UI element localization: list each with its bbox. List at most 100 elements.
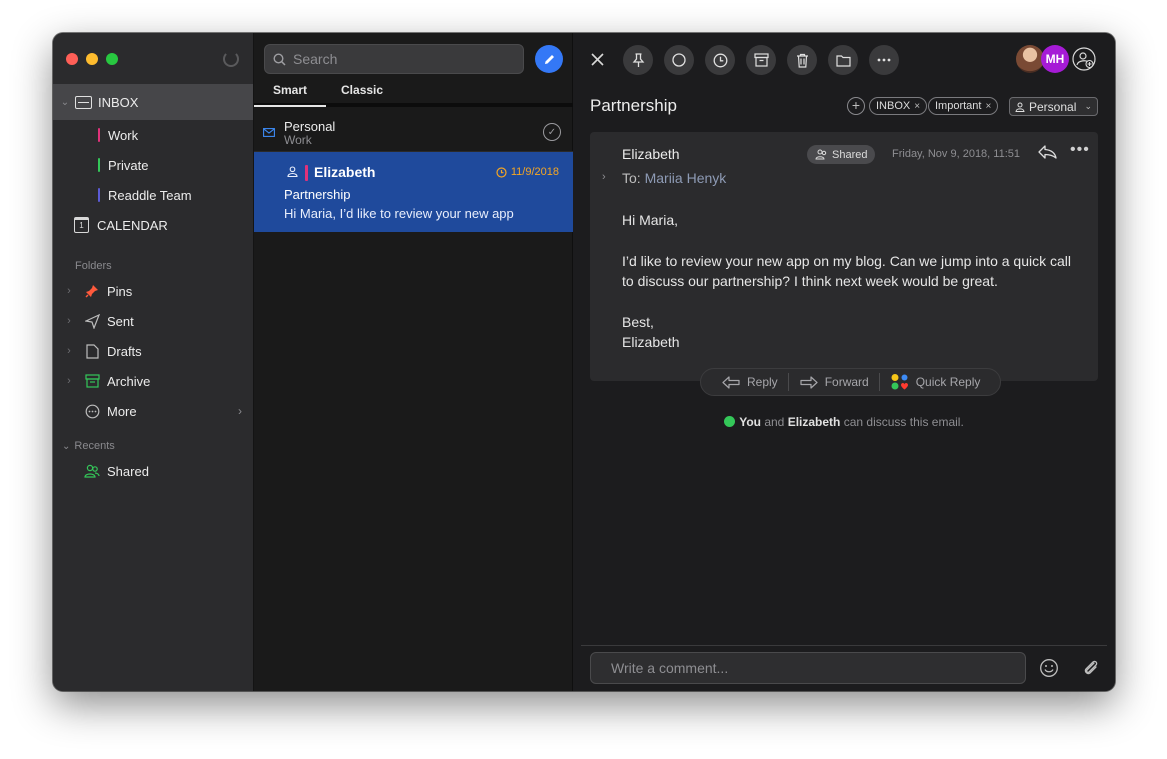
circle-icon: [672, 53, 686, 67]
chevron-down-icon[interactable]: ⌄: [58, 97, 72, 108]
app-window: ⌄ INBOX Work Private Readdle Team 1 CALE…: [53, 33, 1115, 691]
emoji-button[interactable]: [1039, 658, 1059, 678]
color-bar: [98, 128, 100, 142]
delete-button[interactable]: [787, 45, 817, 75]
search-box[interactable]: [264, 44, 524, 74]
sidebar-item-more[interactable]: More ›: [62, 396, 252, 426]
sidebar-item-label: Readdle Team: [108, 187, 192, 203]
comment-input[interactable]: [611, 660, 1011, 676]
search-input[interactable]: [293, 51, 513, 67]
reading-pane: MH Partnership + INBOX × Important × Perso…: [573, 33, 1115, 691]
body-paragraph: Hi Maria,: [622, 212, 679, 228]
shared-badge[interactable]: Shared: [807, 145, 876, 164]
message-date: 11/9/2018: [496, 166, 559, 178]
folder-icon: [835, 54, 851, 67]
sidebar-item-work[interactable]: Work: [98, 120, 138, 150]
chevron-right-icon[interactable]: ›: [62, 315, 76, 327]
pin-button[interactable]: [623, 45, 653, 75]
zoom-window-button[interactable]: [106, 53, 118, 65]
message-row-selected[interactable]: Elizabeth 11/9/2018 Partnership Hi Maria…: [254, 152, 573, 232]
avatar-mh[interactable]: MH: [1041, 45, 1069, 73]
color-bar: [98, 188, 100, 202]
trash-icon: [796, 53, 808, 68]
sidebar-item-label: More: [107, 403, 137, 419]
search-icon: [273, 52, 286, 66]
draft-icon: [84, 343, 100, 359]
sidebar-item-sent[interactable]: › Sent: [62, 306, 252, 336]
add-user-icon: [1072, 47, 1096, 71]
compose-button[interactable]: [535, 45, 563, 73]
add-user-button[interactable]: [1072, 47, 1096, 71]
chevron-down-icon: ⌄: [62, 441, 71, 452]
comment-box[interactable]: [590, 652, 1026, 684]
email-more-icon[interactable]: •••: [1070, 141, 1090, 159]
color-bar: [98, 158, 100, 172]
tab-smart[interactable]: Smart: [254, 79, 327, 107]
paperclip-icon: [1084, 660, 1098, 675]
tab-classic[interactable]: Classic: [326, 79, 402, 103]
move-to-folder-button[interactable]: [828, 45, 858, 75]
archive-icon: [84, 373, 100, 389]
calendar-icon: 1: [74, 217, 89, 233]
sidebar-item-label: INBOX: [98, 94, 139, 110]
snooze-button[interactable]: [705, 45, 735, 75]
archive-button[interactable]: [746, 45, 776, 75]
person-icon: [1015, 102, 1025, 112]
avatar-elizabeth[interactable]: [1016, 45, 1044, 73]
forward-button[interactable]: Forward: [789, 375, 879, 390]
quick-reply-button[interactable]: Quick Reply: [880, 373, 991, 391]
forward-icon: [800, 375, 818, 389]
email-card: Elizabeth Shared Friday, Nov 9, 2018, 11…: [590, 132, 1098, 381]
mark-done-button[interactable]: ✓: [543, 123, 561, 141]
close-icon[interactable]: [587, 49, 607, 69]
sidebar-item-inbox[interactable]: ⌄ INBOX: [53, 84, 253, 120]
body-paragraph: Best, Elizabeth: [622, 314, 680, 350]
sync-icon[interactable]: [223, 51, 239, 67]
sidebar-item-archive[interactable]: › Archive: [62, 366, 252, 396]
inbox-icon: [75, 95, 92, 109]
attach-button[interactable]: [1081, 658, 1101, 678]
sidebar-item-label: Sent: [107, 313, 134, 329]
add-tag-button[interactable]: +: [847, 97, 865, 115]
chevron-right-icon[interactable]: ›: [602, 171, 606, 183]
tag-inbox[interactable]: INBOX ×: [869, 97, 928, 115]
minimize-window-button[interactable]: [86, 53, 98, 65]
sidebar-item-label: Private: [108, 157, 149, 173]
tag-important[interactable]: Important ×: [928, 97, 999, 115]
archive-icon: [753, 53, 769, 67]
sidebar-item-drafts[interactable]: › Drafts: [62, 336, 252, 366]
smiley-icon: [1040, 659, 1058, 677]
sidebar-item-label: Pins: [107, 283, 133, 299]
sidebar-item-shared[interactable]: Shared: [62, 456, 252, 486]
sidebar-item-pins[interactable]: › Pins: [62, 276, 252, 306]
quick-reply-emoji-icon: [891, 374, 908, 390]
remove-tag-icon[interactable]: ×: [985, 101, 991, 112]
email-date: Friday, Nov 9, 2018, 11:51: [892, 148, 1020, 160]
category-select[interactable]: Personal ⌄: [1009, 97, 1098, 116]
recipient-name[interactable]: Mariia Henyk: [645, 170, 727, 186]
mark-read-button[interactable]: [664, 45, 694, 75]
reply-button[interactable]: Reply: [711, 375, 788, 390]
remove-tag-icon[interactable]: ×: [914, 101, 920, 112]
sidebar-item-readdle-team[interactable]: Readdle Team: [98, 180, 192, 210]
message-list-pane: Smart Classic Personal Work ✓ Elizabeth …: [254, 33, 573, 691]
chevron-right-icon[interactable]: ›: [62, 285, 76, 297]
message-preview: Hi Maria, I’d like to review your new ap…: [284, 206, 514, 221]
sidebar-item-calendar[interactable]: 1 CALENDAR: [74, 217, 168, 233]
more-actions-button[interactable]: [869, 45, 899, 75]
reply-icon[interactable]: [1037, 144, 1057, 165]
sidebar-item-private[interactable]: Private: [98, 150, 148, 180]
email-body: Hi Maria, I’d like to review your new ap…: [622, 210, 1072, 373]
shared-icon: [84, 463, 100, 479]
close-window-button[interactable]: [66, 53, 78, 65]
person-icon: [287, 166, 298, 177]
chevron-right-icon[interactable]: ›: [238, 404, 242, 418]
group-header-personal[interactable]: Personal Work ✓: [254, 112, 573, 152]
pin-icon: [84, 283, 100, 299]
email-recipients: To: Mariia Henyk: [622, 170, 727, 186]
pin-icon: [632, 52, 644, 67]
more-icon: [84, 403, 100, 419]
recents-heading[interactable]: ⌄ Recents: [62, 440, 115, 452]
chevron-right-icon[interactable]: ›: [62, 375, 76, 387]
chevron-right-icon[interactable]: ›: [62, 345, 76, 357]
